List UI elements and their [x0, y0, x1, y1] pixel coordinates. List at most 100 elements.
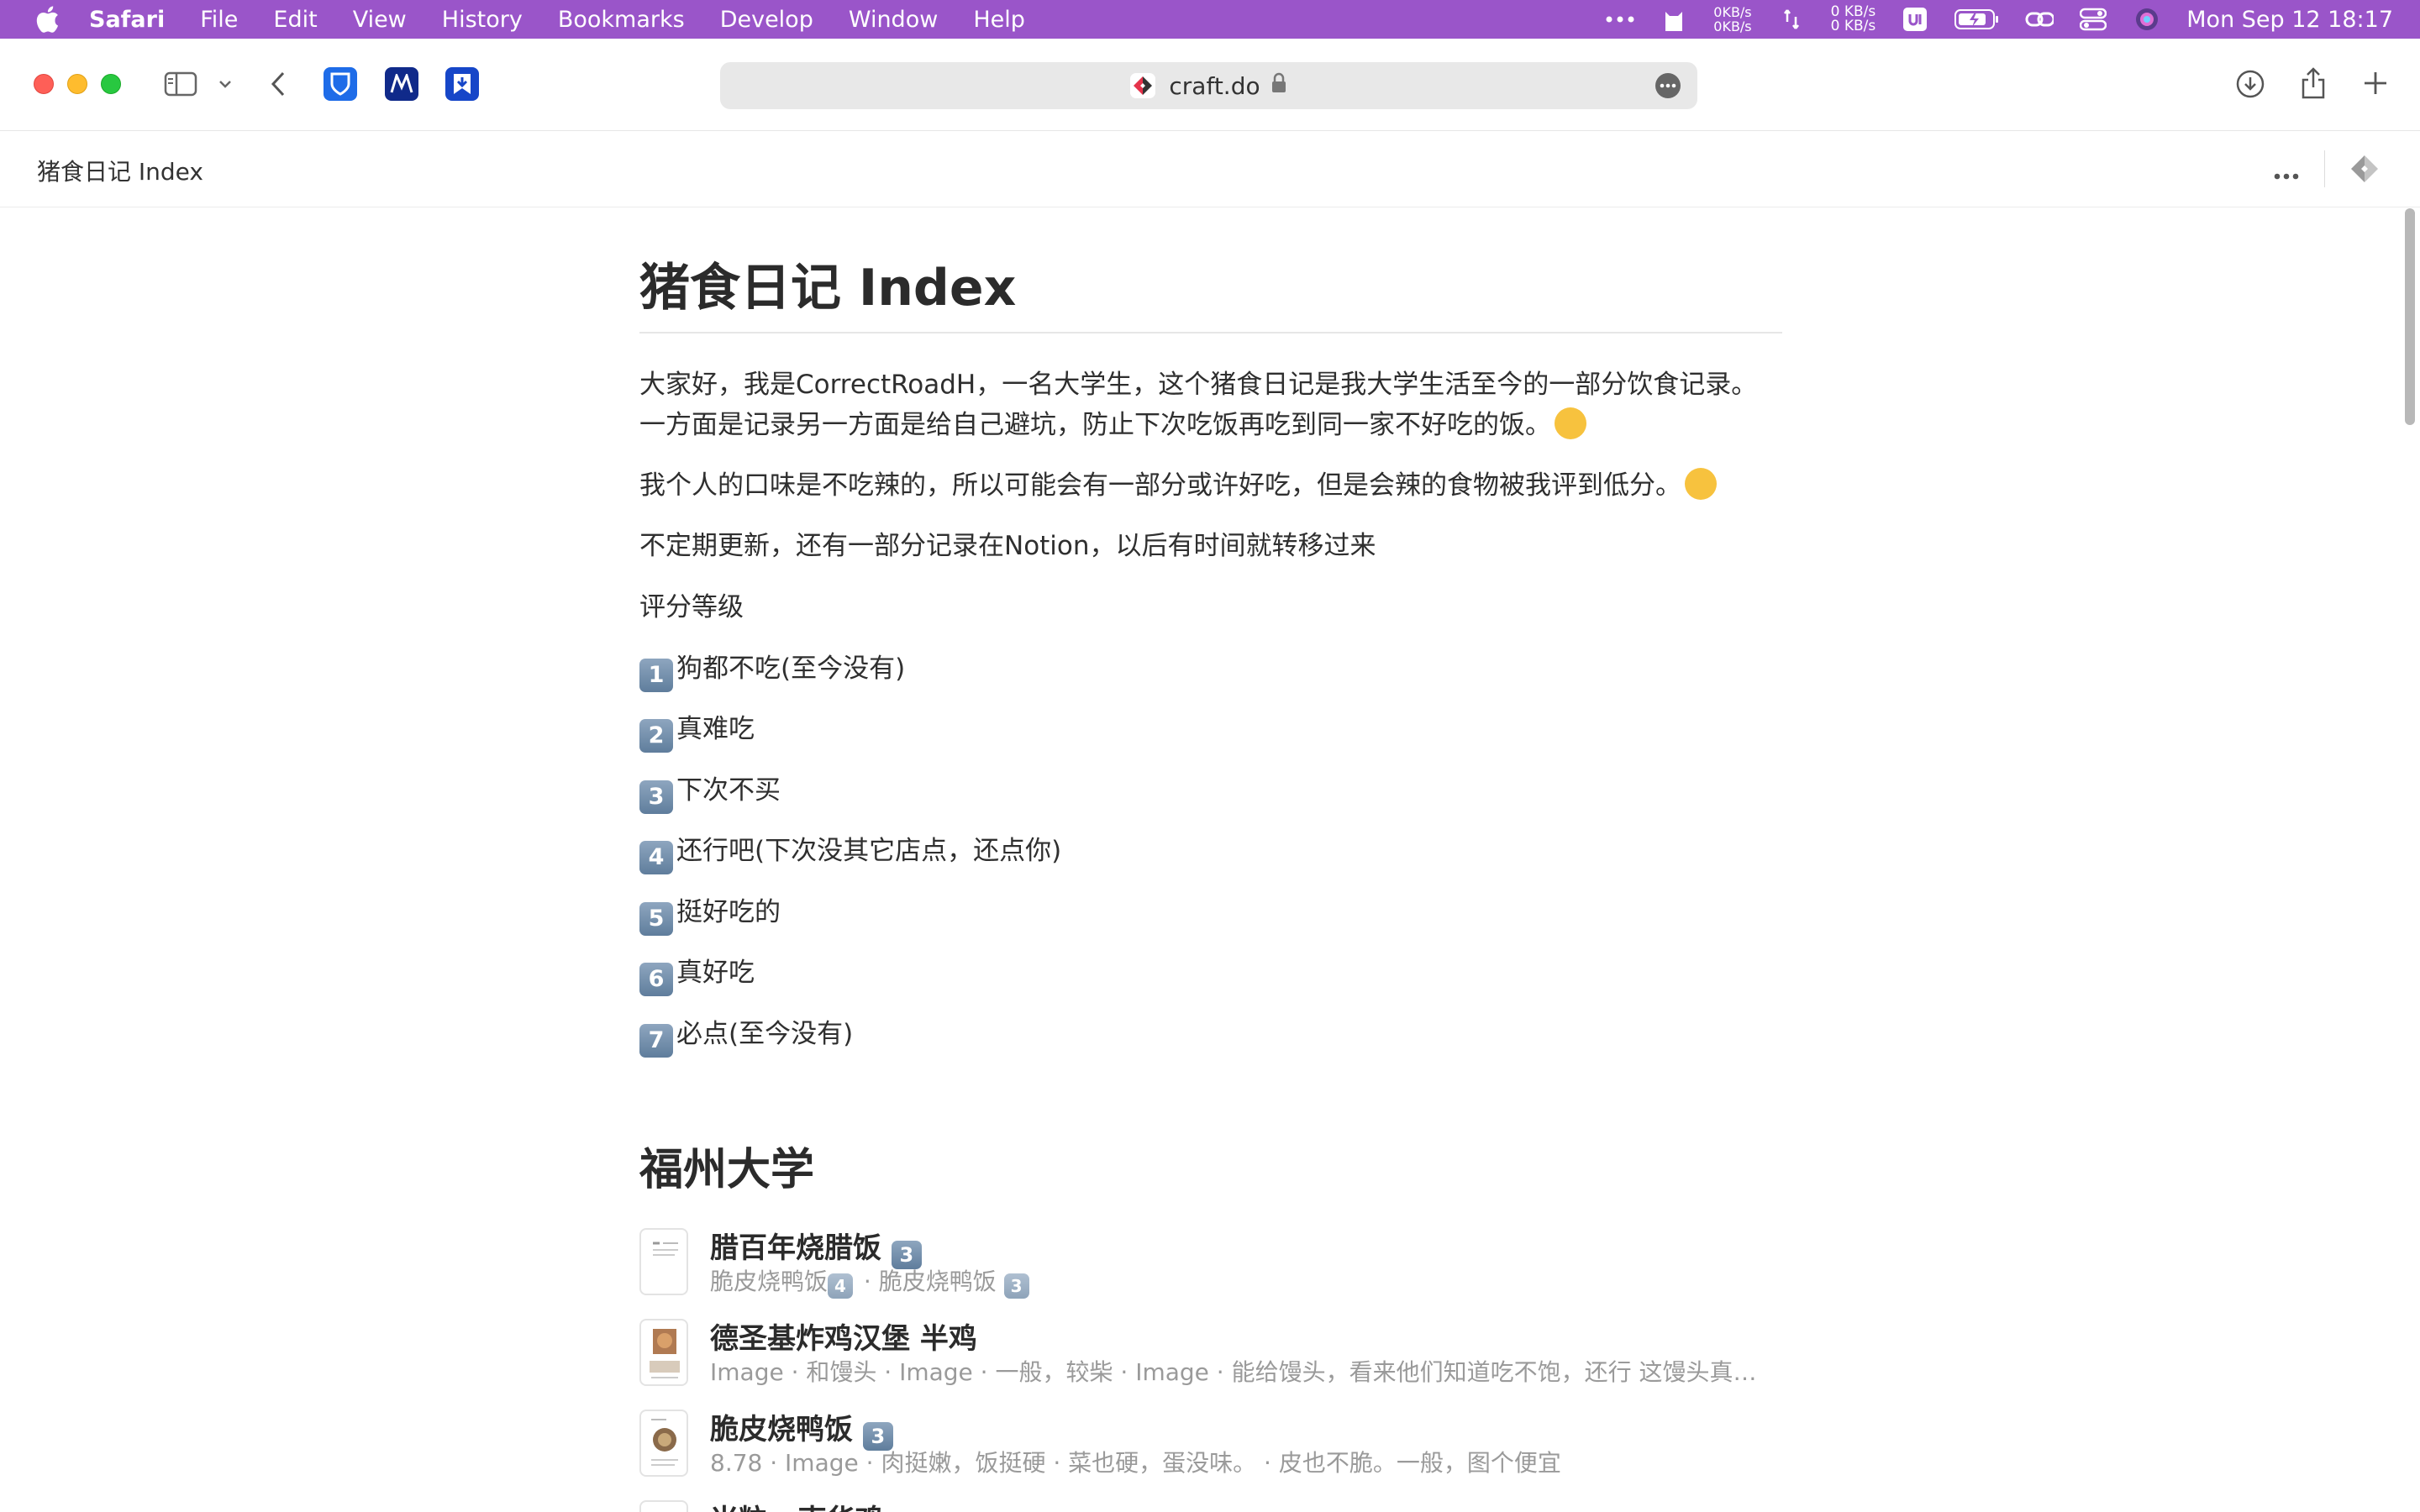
sync-arrows-icon[interactable] — [1777, 7, 1806, 32]
page-header: 猪食日记 Index — [0, 132, 2420, 207]
page-menu-icon[interactable] — [1655, 73, 1681, 98]
page-thumbnail — [639, 1500, 688, 1512]
rating-item[interactable]: 2 真难吃 — [639, 709, 1782, 753]
menu-bar: Safari File Edit View History Bookmarks … — [0, 0, 2420, 39]
share-icon[interactable] — [2299, 66, 2328, 101]
card-title-text: 米粒 · 南华鸡 — [710, 1504, 884, 1512]
keycap-number-icon: 2 — [639, 719, 673, 753]
rating-label: 必点(至今没有) — [676, 1019, 854, 1049]
control-center-icon[interactable] — [2079, 7, 2107, 32]
net-left-down: 0KB/s — [1713, 18, 1752, 34]
card-subtitle-a: 脆皮烧鸭饭 — [710, 1268, 829, 1295]
page-thumbnail — [639, 1319, 688, 1386]
craft-favicon-icon — [1130, 73, 1156, 98]
menu-history[interactable]: History — [442, 7, 523, 33]
rating-label: 真难吃 — [676, 714, 755, 744]
rating-item[interactable]: 1 狗都不吃(至今没有) — [639, 648, 1782, 692]
battery-icon[interactable] — [1954, 7, 2000, 32]
page-thumbnail — [639, 1410, 688, 1477]
keycap-number-icon: 7 — [639, 1024, 673, 1058]
download-icon[interactable] — [2235, 69, 2265, 99]
rating-item[interactable]: 6 真好吃 — [639, 953, 1782, 996]
intro-paragraph-1[interactable]: 大家好，我是CorrectRoadH，一名大学生，这个猪食日记是我大学生活至今的… — [639, 365, 1782, 445]
laughing-emoji-icon — [1555, 407, 1586, 439]
save-extension-icon[interactable] — [445, 67, 479, 101]
card-subtitle: 脆皮烧鸭饭 4 · 脆皮烧鸭饭 3 — [710, 1263, 1777, 1299]
new-tab-icon[interactable] — [2361, 69, 2390, 97]
card-subtitle: Image · 和馒头 · Image · 一般，较柴 · Image · 能给… — [710, 1358, 1777, 1386]
header-divider — [2324, 150, 2325, 187]
keycap-number-icon: 3 — [1003, 1273, 1029, 1299]
intro-paragraph-3[interactable]: 不定期更新，还有一部分记录在Notion，以后有时间就转移过来 — [639, 526, 1782, 566]
keycap-number-icon: 5 — [639, 902, 673, 936]
card-title: 米粒 · 南华鸡 3 — [710, 1497, 927, 1512]
page-link-card[interactable]: 德圣基炸鸡汉堡 半鸡 Image · 和馒头 · Image · 一般，较柴 ·… — [639, 1310, 1782, 1388]
more-dots-icon[interactable] — [1606, 7, 1634, 32]
rating-label: 真好吃 — [676, 958, 755, 988]
link-icon[interactable] — [2025, 7, 2054, 32]
page-link-card[interactable]: 脆皮烧鸭饭 3 8.78 · Image · 肉挺嫩，饭挺硬 · 菜也硬，蛋没味… — [639, 1401, 1782, 1478]
page-thumbnail — [639, 1228, 688, 1295]
nerd-face-emoji-icon — [1685, 468, 1717, 500]
m-extension-icon[interactable] — [385, 67, 418, 101]
card-subtitle: 8.78 · Image · 肉挺嫩，饭挺硬 · 菜也硬，蛋没味。 · 皮也不脆… — [710, 1449, 1561, 1477]
cat-icon[interactable] — [1660, 7, 1688, 32]
menu-file[interactable]: File — [200, 7, 238, 33]
net-left-up: 0KB/s — [1713, 4, 1752, 20]
keycap-number-icon: 4 — [639, 841, 673, 874]
apple-menu-icon[interactable] — [30, 3, 64, 36]
rating-heading[interactable]: 评分等级 — [639, 587, 1782, 627]
page-title: 猪食日记 Index — [639, 259, 1017, 318]
page-breadcrumb[interactable]: 猪食日记 Index — [37, 154, 203, 187]
page-options-icon[interactable] — [2274, 157, 2299, 186]
intro-text-2: 我个人的口味是不吃辣的，所以可能会有一部分或许好吃，但是会辣的食物被我评到低分。 — [639, 470, 1681, 501]
window-zoom-button[interactable] — [101, 74, 121, 94]
page-scrollbar[interactable] — [2405, 208, 2415, 425]
menu-bookmarks[interactable]: Bookmarks — [558, 7, 685, 33]
sidebar-toggle-icon[interactable] — [163, 71, 198, 97]
intro-text-1: 大家好，我是CorrectRoadH，一名大学生，这个猪食日记是我大学生活至今的… — [639, 370, 1758, 440]
menu-view[interactable]: View — [353, 7, 407, 33]
card-title-text: 脆皮烧鸭饭 — [710, 1413, 853, 1446]
address-text[interactable]: craft.do — [1169, 72, 1260, 100]
address-bar[interactable]: craft.do — [720, 62, 1697, 109]
keycap-number-icon: 1 — [639, 659, 673, 692]
menu-app-safari[interactable]: Safari — [89, 7, 165, 33]
rating-label: 挺好吃的 — [676, 897, 781, 927]
back-arrow-icon[interactable] — [267, 69, 289, 99]
card-subtitle-b: · 脆皮烧鸭饭 — [863, 1268, 997, 1295]
craft-logo-icon[interactable] — [2349, 154, 2380, 187]
rating-item[interactable]: 3 下次不买 — [639, 770, 1782, 814]
bitwarden-extension-icon[interactable] — [324, 67, 357, 101]
status-area: 0KB/s 0KB/s 0 KB/s 0 KB/s Mon Sep 12 18:… — [1606, 0, 2393, 39]
menu-help[interactable]: Help — [973, 7, 1025, 33]
rating-item[interactable]: 7 必点(至今没有) — [639, 1014, 1782, 1058]
page-link-card[interactable]: 腊百年烧腊饭 3 脆皮烧鸭饭 4 · 脆皮烧鸭饭 3 — [639, 1220, 1782, 1299]
keycap-number-icon: 3 — [639, 780, 673, 814]
rating-label: 狗都不吃(至今没有) — [676, 654, 906, 684]
network-speed-left[interactable]: 0KB/s 0KB/s — [1713, 5, 1751, 34]
chevron-down-icon[interactable] — [217, 76, 234, 92]
rating-label: 还行吧(下次没其它店点，还点你) — [676, 836, 1062, 866]
window-minimize-button[interactable] — [67, 74, 87, 94]
menu-window[interactable]: Window — [849, 7, 938, 33]
rating-label: 下次不买 — [676, 775, 781, 806]
section-heading: 福州大学 — [639, 1145, 815, 1195]
title-divider — [639, 332, 1782, 333]
menu-develop[interactable]: Develop — [720, 7, 813, 33]
net-right-down: 0 KB/s — [1830, 18, 1876, 34]
card-title: 德圣基炸鸡汉堡 半鸡 — [710, 1322, 977, 1356]
network-speed-right[interactable]: 0 KB/s 0 KB/s — [1831, 5, 1876, 34]
page-link-card[interactable]: 米粒 · 南华鸡 3 — [639, 1492, 1782, 1512]
window-close-button[interactable] — [34, 74, 54, 94]
app-status-icon[interactable] — [1901, 7, 1929, 32]
clock[interactable]: Mon Sep 12 18:17 — [2186, 7, 2393, 33]
card-title-text: 腊百年烧腊饭 — [710, 1231, 881, 1265]
intro-paragraph-2[interactable]: 我个人的口味是不吃辣的，所以可能会有一部分或许好吃，但是会辣的食物被我评到低分。 — [639, 465, 1782, 506]
keycap-number-icon: 6 — [639, 963, 673, 996]
rating-item[interactable]: 5 挺好吃的 — [639, 892, 1782, 936]
menu-edit[interactable]: Edit — [273, 7, 317, 33]
lock-icon — [1270, 72, 1287, 100]
rating-item[interactable]: 4 还行吧(下次没其它店点，还点你) — [639, 831, 1782, 874]
siri-icon[interactable] — [2133, 7, 2161, 32]
